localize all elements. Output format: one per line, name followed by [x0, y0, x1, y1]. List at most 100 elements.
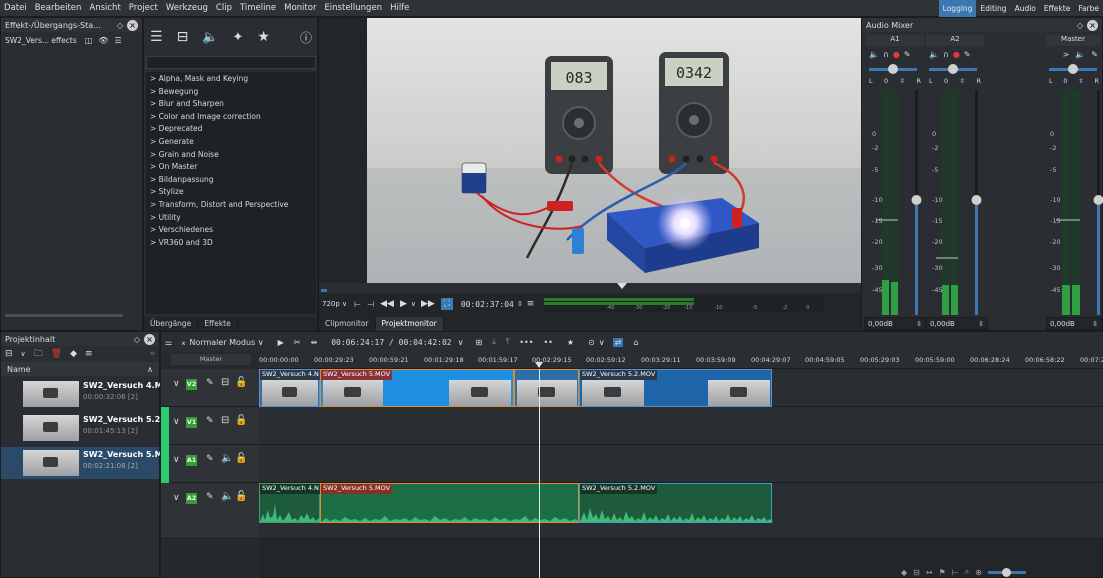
- render-icon[interactable]: ⌂: [633, 338, 638, 347]
- effect-category[interactable]: > VR360 and 3D: [146, 238, 316, 251]
- lock-icon[interactable]: 🔓: [235, 491, 247, 502]
- effect-category[interactable]: > On Master: [146, 162, 316, 175]
- mute-icon[interactable]: 🔈: [929, 50, 939, 59]
- set-in-icon[interactable]: ⊢: [354, 300, 361, 309]
- menu-datei[interactable]: Datei: [4, 3, 27, 13]
- timecode-menu-icon[interactable]: ∨: [458, 338, 464, 347]
- collapse-icon[interactable]: ∨: [173, 379, 180, 389]
- master-header[interactable]: Master: [171, 354, 251, 365]
- snap-icon[interactable]: •••: [519, 338, 533, 347]
- ruler-playhead[interactable]: [535, 362, 543, 368]
- guides-icon[interactable]: ⇄: [612, 337, 624, 347]
- collapse-icon[interactable]: ∨: [173, 455, 180, 465]
- menu-monitor[interactable]: Monitor: [284, 3, 316, 13]
- mute-icon[interactable]: 🔈: [221, 453, 233, 464]
- layout-effekte[interactable]: Effekte: [1040, 0, 1074, 17]
- effects-icon[interactable]: ✎: [206, 492, 214, 502]
- monitor-icon[interactable]: ✎: [904, 50, 911, 59]
- track-header-a1[interactable]: ∨ A1 ✎ 🔈 🔓: [161, 445, 259, 483]
- effect-category[interactable]: > Transform, Distort and Perspective: [146, 200, 316, 213]
- level-field-a1[interactable]: 0,00dB ⇳: [864, 317, 926, 330]
- fullscreen-icon[interactable]: ⛶: [440, 298, 453, 310]
- lock-icon[interactable]: 🔓: [235, 453, 247, 464]
- effect-category[interactable]: > Verschiedenes: [146, 225, 316, 238]
- clip-v2-versuch5-end[interactable]: [514, 369, 579, 407]
- fit-icon[interactable]: ↔: [926, 568, 933, 577]
- add-clip-icon[interactable]: ⊟: [5, 349, 13, 359]
- audio-effects-icon[interactable]: 🔈: [202, 30, 218, 45]
- mute-icon[interactable]: 🔈: [221, 491, 233, 502]
- playhead-marker[interactable]: [617, 283, 627, 289]
- timeline-ruler[interactable]: 00:00:00:00 00:00:29:23 00:00:59:21 00:0…: [259, 352, 1103, 369]
- column-name[interactable]: Name: [7, 365, 31, 374]
- razor-tool-icon[interactable]: ✂: [294, 338, 301, 347]
- effect-category[interactable]: > Grain and Noise: [146, 150, 316, 163]
- layout-logging[interactable]: Logging: [938, 0, 977, 17]
- effect-category[interactable]: > Utility: [146, 213, 316, 226]
- thumbnails-icon[interactable]: ⊟: [913, 568, 920, 577]
- menu-project[interactable]: Project: [129, 3, 158, 13]
- list-icon[interactable]: ☰: [150, 29, 163, 45]
- menu-clip[interactable]: Clip: [216, 3, 232, 13]
- effect-category[interactable]: > Bewegung: [146, 87, 316, 100]
- select-tool-icon[interactable]: ▶: [278, 338, 284, 347]
- record-icon[interactable]: ●: [953, 50, 960, 59]
- collapse-icon[interactable]: ∨: [173, 493, 180, 503]
- float-icon[interactable]: ◇: [117, 21, 123, 30]
- effects-icon[interactable]: ✎: [206, 454, 214, 464]
- effect-category[interactable]: > Deprecated: [146, 124, 316, 137]
- monitor-ruler[interactable]: [319, 283, 862, 293]
- layout-editing[interactable]: Editing: [976, 0, 1010, 17]
- playhead-line[interactable]: [539, 369, 540, 578]
- menu-bearbeiten[interactable]: Bearbeiten: [35, 3, 82, 13]
- zoom-handle[interactable]: [1001, 567, 1011, 577]
- tag-icon[interactable]: ◆: [70, 349, 77, 359]
- layout-audio[interactable]: Audio: [1011, 0, 1040, 17]
- effect-category[interactable]: > Color and Image correction: [146, 112, 316, 125]
- menu-einstellungen[interactable]: Einstellungen: [324, 3, 382, 13]
- clip-a2-versuch4[interactable]: SW2_Versuch 4.N: [259, 483, 321, 523]
- expand-icon[interactable]: »: [149, 349, 155, 359]
- flag-icon[interactable]: ⚑: [939, 568, 946, 577]
- folder-icon[interactable]: 🗀: [34, 346, 43, 362]
- clip-v2-versuch5[interactable]: SW2_Versuch 5.MOV: [320, 369, 514, 407]
- effect-category[interactable]: > Blur and Sharpen: [146, 99, 316, 112]
- spacer-tool-icon[interactable]: ⇹: [311, 338, 318, 347]
- close-icon[interactable]: ×: [127, 19, 138, 31]
- track-header-v2[interactable]: ∨ V2 ✎ ⊟ 🔓: [161, 369, 259, 407]
- close-icon[interactable]: ×: [144, 333, 155, 345]
- forward-icon[interactable]: ▶▶: [421, 299, 435, 309]
- collapse-icon[interactable]: ∨: [173, 417, 180, 427]
- delete-icon[interactable]: 🗑: [51, 349, 62, 359]
- chevron-right-icon[interactable]: >: [1063, 50, 1070, 59]
- rewind-icon[interactable]: ◀◀: [380, 299, 394, 309]
- lock-icon[interactable]: 🔓: [235, 377, 247, 388]
- list-item[interactable]: SW2_Versuch 4.MC 00:00:32:06 [2]: [1, 379, 168, 409]
- effects-icon[interactable]: ✎: [206, 416, 214, 426]
- hide-track-icon[interactable]: ⊟: [221, 377, 229, 388]
- track-row-a1[interactable]: [259, 445, 1103, 483]
- mute-icon[interactable]: 🔈: [869, 50, 879, 59]
- record-icon[interactable]: ●: [893, 50, 900, 59]
- effect-category[interactable]: > Generate: [146, 137, 316, 150]
- ripple-icon[interactable]: ⊙: [588, 338, 595, 347]
- tab-uebergaenge[interactable]: Übergänge: [144, 317, 199, 331]
- tab-effekte[interactable]: Effekte: [198, 317, 238, 331]
- track-header-v1[interactable]: ∨ V1 ✎ ⊟ 🔓: [161, 407, 259, 445]
- effects-search-input[interactable]: [146, 56, 316, 69]
- level-field-a2[interactable]: 0,00dB ⇳: [926, 317, 988, 330]
- play-icon[interactable]: ▶: [400, 299, 407, 309]
- eye-icon[interactable]: 👁: [98, 36, 108, 45]
- clip-a2-versuch52[interactable]: SW2_Versuch 5.2.MOV: [579, 483, 773, 523]
- edit-mode-select[interactable]: ⌅ Normaler Modus ∨: [180, 338, 263, 347]
- play-menu-icon[interactable]: ∨: [411, 300, 416, 308]
- effect-category[interactable]: > Stylize: [146, 187, 316, 200]
- sliders-icon[interactable]: ☰: [114, 36, 121, 45]
- menu-werkzeug[interactable]: Werkzeug: [166, 3, 208, 13]
- zoom-in-icon[interactable]: ⊕: [975, 568, 982, 577]
- level-field-master[interactable]: 0,00dB ⇳: [1046, 317, 1102, 330]
- info-icon[interactable]: ⓘ: [300, 29, 312, 46]
- list-item[interactable]: SW2_Versuch 5.MC 00:02:21:08 [2]: [1, 447, 168, 479]
- track-header-a2[interactable]: ∨ A2 ✎ 🔈 🔓: [161, 483, 259, 539]
- clip-a2-versuch5[interactable]: SW2_Versuch 5.MOV: [320, 483, 580, 523]
